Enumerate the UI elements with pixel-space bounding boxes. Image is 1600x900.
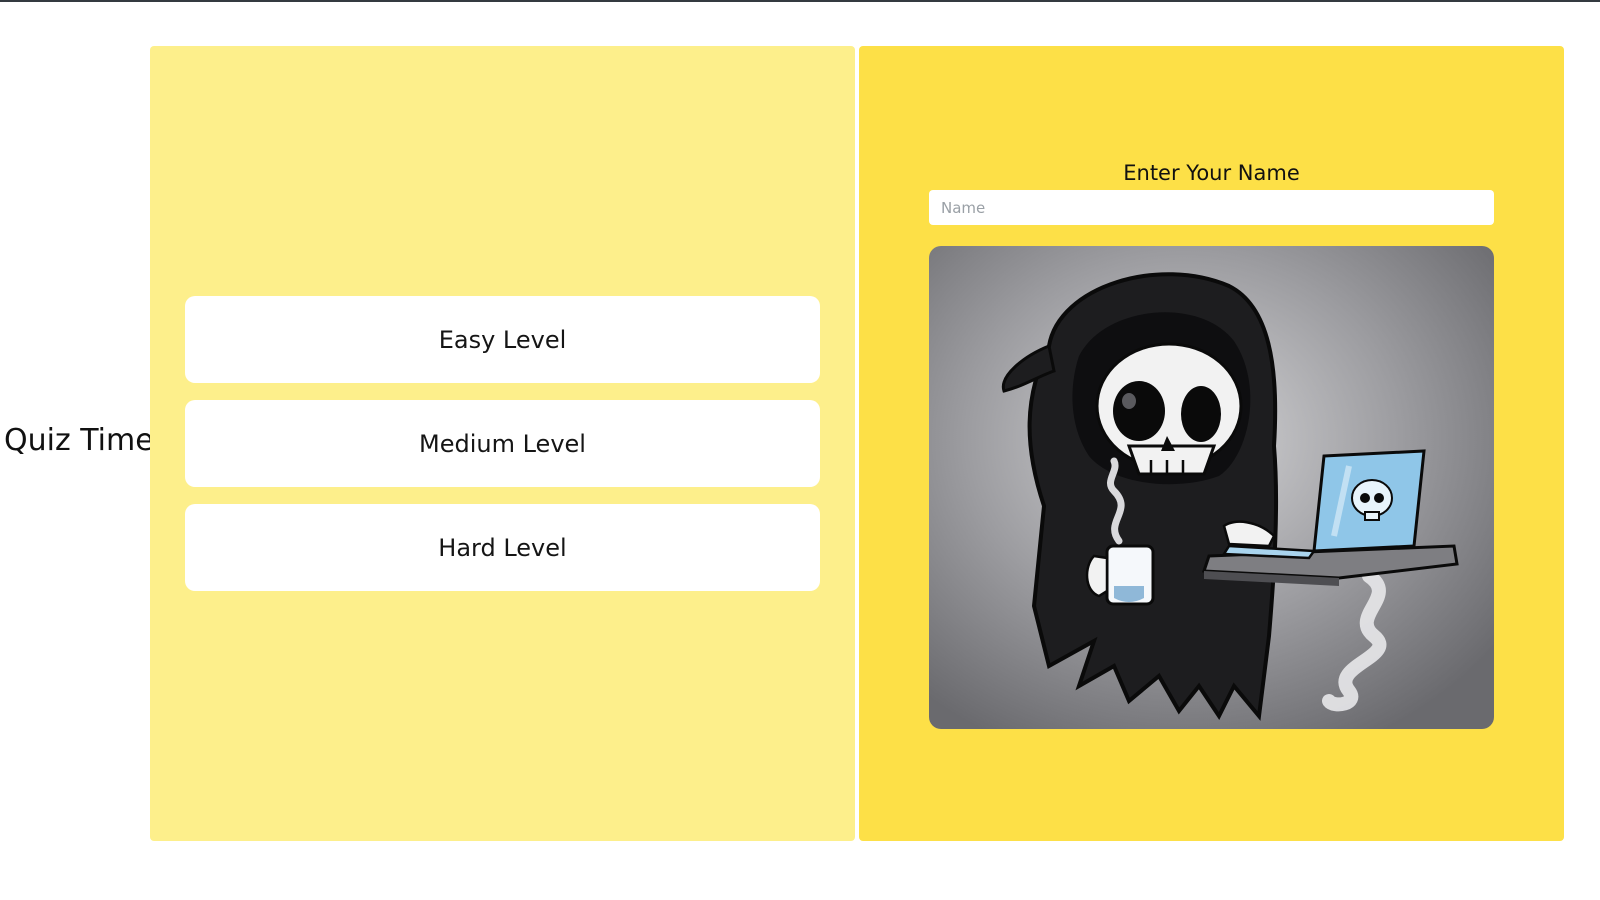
page-title: Quiz Time	[4, 423, 154, 458]
medium-level-label: Medium Level	[419, 429, 586, 458]
top-divider	[0, 0, 1600, 2]
easy-level-button[interactable]: Easy Level	[185, 296, 820, 383]
grim-reaper-illustration	[929, 246, 1494, 729]
hard-level-label: Hard Level	[438, 533, 567, 562]
name-input[interactable]	[929, 190, 1494, 225]
medium-level-button[interactable]: Medium Level	[185, 400, 820, 487]
player-panel: Enter Your Name	[859, 46, 1564, 841]
name-field-label: Enter Your Name	[1123, 161, 1300, 185]
hard-level-button[interactable]: Hard Level	[185, 504, 820, 591]
easy-level-label: Easy Level	[438, 325, 567, 354]
level-selection-panel: Easy Level Medium Level Hard Level	[150, 46, 855, 841]
